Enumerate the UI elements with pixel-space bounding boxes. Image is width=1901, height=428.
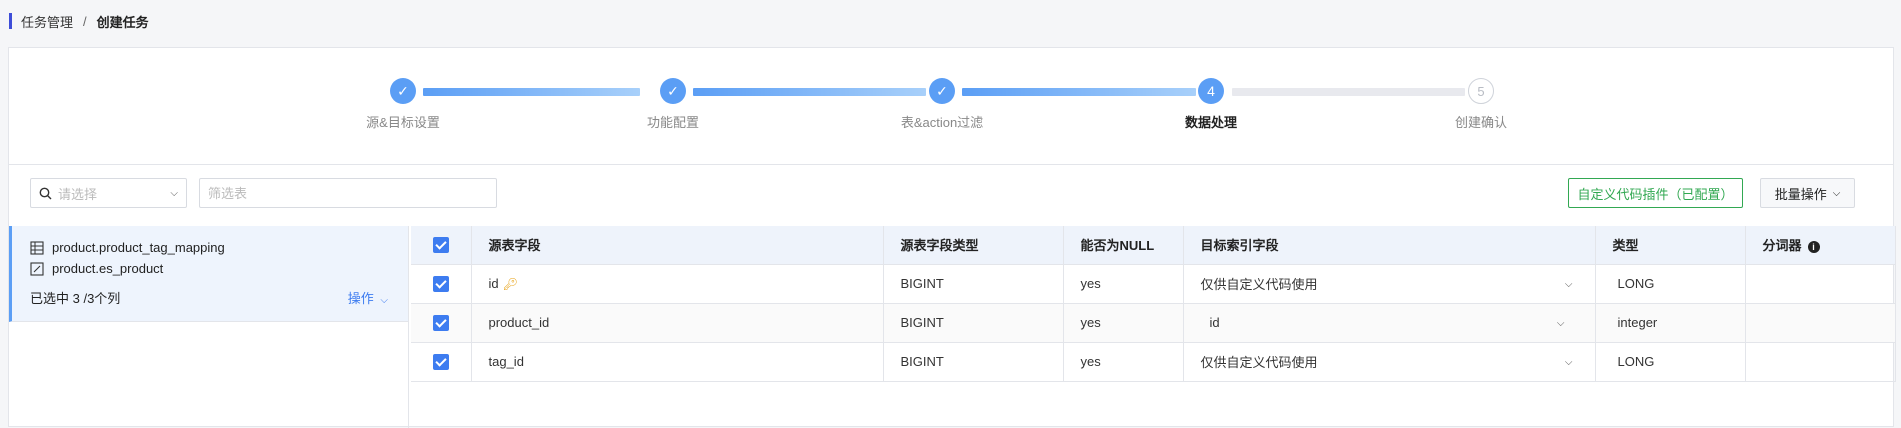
- selected-columns-count: 已选中 3 /3个列: [30, 291, 121, 306]
- breadcrumb: 任务管理 / 创建任务: [9, 12, 149, 31]
- nullable: yes: [1063, 342, 1184, 382]
- header-source-type: 源表字段类型: [883, 226, 1064, 265]
- filter-table-input[interactable]: [199, 178, 497, 208]
- source-table-row: product.product_tag_mapping: [30, 240, 225, 255]
- field-mapping-table: 源表字段 源表字段类型 能否为NULL 目标索引字段 类型 分词器 i id 🔑︎ …: [411, 226, 1896, 382]
- source-field: id: [488, 276, 499, 291]
- nullable: yes: [1063, 303, 1184, 343]
- checkbox-checked-icon: [432, 353, 449, 370]
- checkbox-checked-icon: [432, 237, 449, 254]
- source-type: BIGINT: [883, 303, 1064, 343]
- table-list-panel: product.product_tag_mapping product.es_p…: [9, 226, 409, 428]
- analyzer-cell[interactable]: [1745, 264, 1896, 304]
- table-header-row: 源表字段 源表字段类型 能否为NULL 目标索引字段 类型 分词器 i: [411, 226, 1896, 265]
- step-connector: [962, 88, 1196, 96]
- row-checkbox[interactable]: [411, 264, 472, 304]
- step-5-number: 5: [1468, 78, 1494, 104]
- table-select-placeholder: 请选择: [58, 186, 98, 202]
- breadcrumb-current: 创建任务: [96, 14, 149, 30]
- step-5-label: 创建确认: [1454, 115, 1508, 130]
- table-row: id 🔑︎ BIGINT yes 仅供自定义代码使用 ⌵ LONG: [411, 264, 1896, 304]
- chevron-down-icon: ⌵: [1832, 187, 1841, 199]
- table-item-action-label: 操作: [347, 291, 374, 306]
- step-4-number: 4: [1198, 78, 1224, 104]
- chevron-down-icon: ⌵: [1564, 356, 1573, 368]
- step-connector: [423, 88, 640, 96]
- target-index-name: product.es_product: [52, 261, 164, 276]
- source-field-cell: id 🔑︎: [471, 264, 884, 304]
- batch-operation-button[interactable]: 批量操作 ⌵: [1760, 178, 1855, 208]
- analyzer-cell[interactable]: [1745, 303, 1896, 343]
- step-connector: [693, 88, 926, 96]
- chevron-down-icon: ⌵: [380, 295, 388, 306]
- step-2-check-icon: ✓: [660, 78, 686, 104]
- target-field-value: id: [1209, 315, 1220, 330]
- table-grid-icon: [30, 240, 44, 255]
- search-icon: [39, 187, 52, 199]
- target-field-select[interactable]: 仅供自定义代码使用 ⌵: [1183, 342, 1596, 382]
- table-select[interactable]: 请选择 ⌵: [30, 178, 187, 208]
- step-2-label: 功能配置: [646, 115, 700, 130]
- target-type: LONG: [1595, 342, 1746, 382]
- analyzer-cell[interactable]: [1745, 342, 1896, 382]
- header-analyzer-label: 分词器: [1762, 238, 1802, 254]
- chevron-down-icon: ⌵: [170, 187, 178, 199]
- header-analyzer: 分词器 i: [1745, 226, 1896, 265]
- key-icon: 🔑︎: [502, 277, 518, 291]
- chevron-down-icon: ⌵: [1556, 317, 1565, 329]
- table-row: product_id BIGINT yes id ⌵ integer: [411, 303, 1896, 343]
- table-row: tag_id BIGINT yes 仅供自定义代码使用 ⌵ LONG: [411, 342, 1896, 382]
- row-checkbox[interactable]: [411, 303, 472, 343]
- step-4-label: 数据处理: [1184, 115, 1238, 130]
- target-field-select[interactable]: 仅供自定义代码使用 ⌵: [1183, 264, 1596, 304]
- source-field: tag_id: [471, 342, 884, 382]
- batch-operation-label: 批量操作: [1774, 186, 1827, 202]
- select-all-checkbox[interactable]: [411, 226, 472, 265]
- step-progress: ✓ ✓ ✓ 4 5 源&目标设置 功能配置 表&action过滤 数据处理 创建…: [9, 48, 1893, 165]
- header-target-field: 目标索引字段: [1183, 226, 1596, 265]
- edit-doc-icon: [30, 261, 44, 276]
- header-nullable: 能否为NULL: [1063, 226, 1184, 265]
- row-checkbox[interactable]: [411, 342, 472, 382]
- header-type: 类型: [1595, 226, 1746, 265]
- step-1-label: 源&目标设置: [366, 115, 440, 130]
- main-card: ✓ ✓ ✓ 4 5 源&目标设置 功能配置 表&action过滤 数据处理 创建…: [8, 47, 1896, 428]
- source-field: product_id: [471, 303, 884, 343]
- step-3-label: 表&action过滤: [900, 115, 984, 130]
- step-1-check-icon: ✓: [390, 78, 416, 104]
- checkbox-checked-icon: [432, 275, 449, 292]
- chevron-down-icon: ⌵: [1564, 278, 1573, 290]
- target-type: LONG: [1595, 264, 1746, 304]
- target-field-select[interactable]: id ⌵: [1183, 303, 1596, 343]
- nullable: yes: [1063, 264, 1184, 304]
- table-item-action-link[interactable]: 操作 ⌵: [348, 288, 388, 307]
- target-type: integer: [1595, 303, 1746, 343]
- source-table-name: product.product_tag_mapping: [52, 240, 225, 255]
- target-field-value: 仅供自定义代码使用: [1200, 355, 1318, 370]
- target-field-value: 仅供自定义代码使用: [1200, 277, 1318, 292]
- step-3-check-icon: ✓: [929, 78, 955, 104]
- table-list-item[interactable]: product.product_tag_mapping product.es_p…: [9, 226, 408, 322]
- step-connector: [1232, 88, 1465, 96]
- breadcrumb-parent[interactable]: 任务管理: [21, 12, 73, 31]
- breadcrumb-separator: /: [83, 13, 87, 29]
- source-type: BIGINT: [883, 342, 1064, 382]
- header-source-field: 源表字段: [471, 226, 884, 265]
- checkbox-checked-icon: [432, 314, 449, 331]
- target-index-row: product.es_product: [30, 261, 163, 276]
- info-icon[interactable]: i: [1807, 240, 1820, 253]
- source-type: BIGINT: [883, 264, 1064, 304]
- custom-code-plugin-button[interactable]: 自定义代码插件（已配置）: [1568, 178, 1743, 208]
